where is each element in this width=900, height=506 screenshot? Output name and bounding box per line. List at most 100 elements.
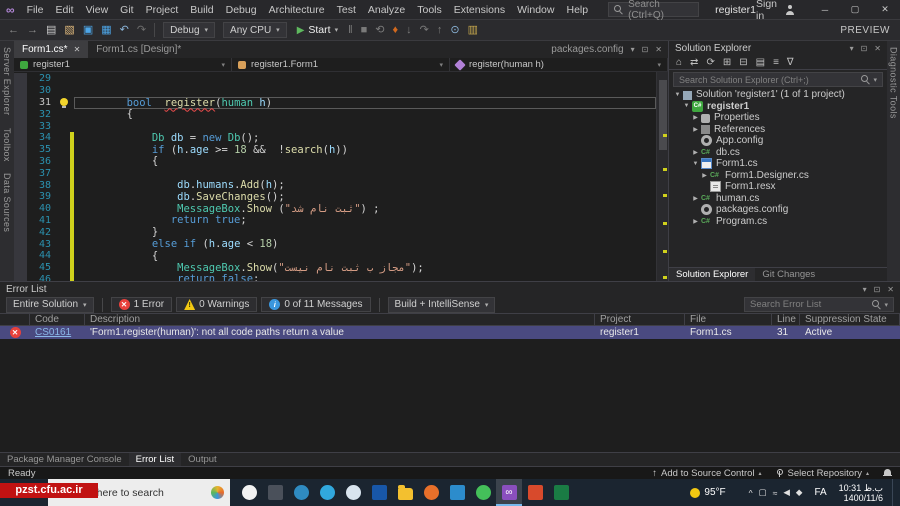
panel-tab-package-manager-console[interactable]: Package Manager Console <box>0 453 129 466</box>
tree-item-program-cs[interactable]: ▶ Program.cs <box>669 216 887 228</box>
breakpoint-margin[interactable] <box>14 226 27 239</box>
firefox-icon[interactable] <box>418 479 444 506</box>
tree-item-form1-cs[interactable]: ▼ Form1.cs <box>669 158 887 170</box>
quick-search-box[interactable]: Search (Ctrl+Q) <box>608 0 700 21</box>
show-desktop-button[interactable] <box>892 479 896 506</box>
whatsapp-icon[interactable] <box>470 479 496 506</box>
close-tab-icon[interactable]: ✕ <box>74 45 81 54</box>
menu-test[interactable]: Test <box>331 0 362 20</box>
code-line-29[interactable]: 29 <box>14 73 656 85</box>
menu-file[interactable]: File <box>21 0 50 20</box>
column-header-severity[interactable] <box>0 314 30 325</box>
breadcrumb-register-human-h[interactable]: register(human h) ▾ <box>450 58 668 71</box>
expand-arrow-icon[interactable]: ▶ <box>691 126 700 133</box>
open-file-icon[interactable]: ▧ <box>60 20 78 41</box>
menu-git[interactable]: Git <box>114 0 139 20</box>
excel-icon[interactable] <box>548 479 574 506</box>
tree-item-properties[interactable]: ▶ Properties <box>669 112 887 124</box>
editor-tab-form1-cs-design[interactable]: Form1.cs [Design]* <box>88 41 189 58</box>
antivirus-icon[interactable]: ◆ <box>796 487 803 498</box>
save-icon[interactable]: ▣ <box>79 20 97 41</box>
language-indicator[interactable]: FA <box>811 487 829 498</box>
start-debugging-button[interactable]: ▶ Start ▾ <box>297 24 338 36</box>
column-header-suppression-state[interactable]: Suppression State <box>800 314 900 325</box>
properties-icon[interactable]: ≡ <box>770 57 782 68</box>
file-explorer-icon[interactable] <box>392 479 418 506</box>
expand-arrow-icon[interactable]: ▶ <box>691 195 700 202</box>
column-header-line[interactable]: Line <box>772 314 800 325</box>
column-header-project[interactable]: Project <box>595 314 685 325</box>
expand-arrow-icon[interactable]: ▶ <box>691 218 700 225</box>
code-line-32[interactable]: 32 { <box>14 108 656 120</box>
collapse-arrow-icon[interactable]: ▼ <box>682 103 691 109</box>
code-editor[interactable]: 29 30 31 bool register(human h) 32 {33 34 Db… <box>14 72 668 281</box>
close-document-icon[interactable]: ✕ <box>655 45 662 54</box>
error-code-link[interactable]: CS0161 <box>35 327 71 338</box>
code-line-42[interactable]: 42 } <box>14 226 656 238</box>
breakpoint-margin[interactable] <box>14 238 27 250</box>
panel-float-icon[interactable]: ⊡ <box>874 285 881 294</box>
solution-configurations-icon[interactable]: ▥ <box>464 20 482 41</box>
code-line-33[interactable]: 33 <box>14 120 656 132</box>
panel-close-icon[interactable]: ✕ <box>874 44 881 53</box>
filter-0-warnings[interactable]: ! 0 Warnings <box>176 297 258 312</box>
menu-build[interactable]: Build <box>184 0 219 20</box>
close-button[interactable]: ✕ <box>870 0 900 19</box>
code-line-45[interactable]: 45 MessageBox.Show("مجاز ب ثبت نام نیست"… <box>14 262 656 274</box>
code-line-30[interactable]: 30 <box>14 84 656 97</box>
panel-tab-git-changes[interactable]: Git Changes <box>755 268 822 281</box>
error-row-cs0161[interactable]: ✕ CS0161 'Form1.register(human)': not all … <box>0 326 900 339</box>
navigate-forward-icon[interactable]: → <box>23 20 42 41</box>
tree-item-references[interactable]: ▶ References <box>669 124 887 136</box>
scrollbar-thumb[interactable] <box>659 80 667 150</box>
menu-window[interactable]: Window <box>511 0 560 20</box>
error-source-dropdown[interactable]: Build + IntelliSense ▾ <box>387 296 496 313</box>
skype-icon[interactable] <box>340 479 366 506</box>
editor-scrollbar[interactable] <box>656 72 668 281</box>
code-line-34[interactable]: 34 Db db = new Db(); <box>14 132 656 144</box>
panel-tab-error-list[interactable]: Error List <box>128 453 182 466</box>
code-line-44[interactable]: 44 { <box>14 250 656 262</box>
refresh-icon[interactable]: ⟳ <box>703 57 717 68</box>
breakpoint-margin[interactable] <box>14 249 27 262</box>
edge-icon[interactable] <box>288 479 314 506</box>
hidden-icons-chevron-icon[interactable]: ^ <box>749 488 753 498</box>
collapse-arrow-icon[interactable]: ▼ <box>691 161 700 167</box>
quick-actions-bulb-icon[interactable] <box>59 98 68 109</box>
menu-tools[interactable]: Tools <box>411 0 448 20</box>
menu-extensions[interactable]: Extensions <box>448 0 511 20</box>
menu-analyze[interactable]: Analyze <box>362 0 411 20</box>
column-header-code[interactable]: Code <box>30 314 85 325</box>
home-icon[interactable]: ⌂ <box>673 57 685 68</box>
breakpoint-margin[interactable] <box>14 214 27 227</box>
maximize-button[interactable]: ▢ <box>840 0 870 19</box>
breadcrumb-register1-form1[interactable]: register1.Form1 ▾ <box>232 58 450 71</box>
breakpoint-margin[interactable] <box>14 131 27 144</box>
code-line-31[interactable]: 31 bool register(human h) <box>14 97 656 109</box>
breakpoint-margin[interactable] <box>14 120 27 132</box>
side-tab-server-explorer[interactable]: Server Explorer <box>2 41 12 122</box>
platform-dropdown[interactable]: Any CPU ▾ <box>223 22 287 38</box>
menu-edit[interactable]: Edit <box>49 0 79 20</box>
vscode-icon[interactable] <box>444 479 470 506</box>
preview-tab-packages-config[interactable]: packages.config <box>551 44 623 55</box>
cortana-icon[interactable] <box>236 479 262 506</box>
side-tab-diagnostic-tools[interactable]: Diagnostic Tools <box>889 41 899 125</box>
breakpoint-margin[interactable] <box>14 73 27 85</box>
breakpoint-margin[interactable] <box>14 190 27 203</box>
panel-tab-solution-explorer[interactable]: Solution Explorer <box>669 268 756 281</box>
telegram-icon[interactable] <box>314 479 340 506</box>
menu-architecture[interactable]: Architecture <box>263 0 331 20</box>
breakpoint-margin[interactable] <box>14 179 27 191</box>
code-line-40[interactable]: 40 MessageBox.Show ("ثبت نام شد") ; <box>14 203 656 215</box>
select-repository-button[interactable]: Select Repository ▴ <box>776 468 869 479</box>
code-line-41[interactable]: 41 return true; <box>14 214 656 227</box>
breakpoint-margin[interactable] <box>14 261 27 274</box>
filter-1-error[interactable]: ✕ 1 Error <box>110 297 173 312</box>
nest-icon[interactable]: ⊞ <box>720 57 734 68</box>
tree-item-register1[interactable]: ▼ register1 <box>669 100 887 113</box>
expand-arrow-icon[interactable]: ▶ <box>691 114 700 121</box>
stop-icon[interactable]: ■ <box>357 20 372 41</box>
code-line-37[interactable]: 37 <box>14 167 656 180</box>
error-list-search[interactable]: Search Error List ▾ <box>744 297 894 312</box>
